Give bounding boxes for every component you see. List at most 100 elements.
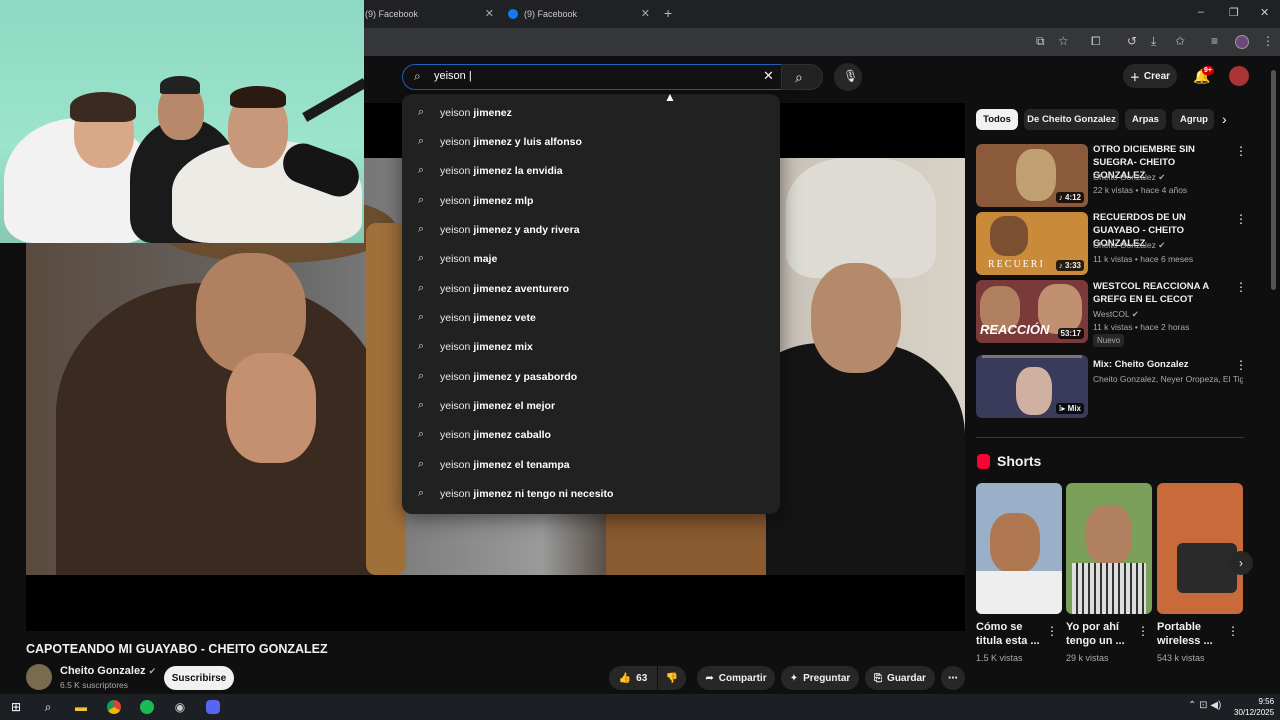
more-options-icon[interactable]: ⋮ [1046, 624, 1058, 638]
shorts-icon [977, 454, 990, 469]
mouse-cursor: ▲ [664, 90, 676, 104]
spotify-icon[interactable] [137, 698, 157, 716]
suggestion-item[interactable]: ⌕ yeison jimenez vete [402, 303, 780, 332]
suggestion-item[interactable]: ⌕ yeison jimenez mix [402, 332, 780, 361]
short-title[interactable]: Cómo se titula esta ... [976, 620, 1048, 648]
more-options-icon[interactable]: ⋮ [1235, 358, 1247, 372]
system-tray-icons[interactable]: ⌃ ⊡ ◀) [1188, 700, 1221, 711]
like-button[interactable]: 👍 63 [609, 666, 657, 690]
short-thumbnail[interactable] [1157, 483, 1243, 614]
close-tab-icon[interactable]: ✕ [485, 7, 494, 20]
cast-icon[interactable]: ⧉ [1036, 34, 1045, 49]
suggestion-item[interactable]: ⌕ yeison jimenez el mejor [402, 391, 780, 420]
browser-tab-2[interactable]: (9) Facebook ✕ [508, 4, 656, 24]
reading-list-icon[interactable]: ≡ [1211, 34, 1218, 48]
suggestion-item[interactable]: ⌕ yeison maje [402, 244, 780, 273]
search-input[interactable]: yeison | [434, 70, 472, 82]
tab-title: (9) Facebook [524, 9, 578, 19]
related-video-title[interactable]: Mix: Cheito Gonzalez [1093, 358, 1227, 371]
thumbnail-figure [1016, 149, 1056, 201]
shorts-next-button[interactable]: › [1229, 551, 1253, 575]
extensions-icon[interactable]: ⧠ [1091, 34, 1101, 49]
suggestion-completion: jimenez el tenampa [473, 458, 570, 471]
section-divider [976, 437, 1244, 438]
dislike-button[interactable]: 👎 [658, 666, 686, 690]
suggestion-item[interactable]: ⌕ yeison jimenez el tenampa [402, 450, 780, 479]
more-options-icon[interactable]: ⋮ [1235, 280, 1247, 294]
short-thumbnail[interactable] [976, 483, 1062, 614]
close-tab-icon[interactable]: ✕ [641, 7, 650, 20]
suggestion-completion: jimenez la envidia [473, 164, 563, 177]
search-button[interactable]: ⌕ [781, 64, 823, 90]
more-options-icon[interactable]: ⋮ [1137, 624, 1149, 638]
page-scrollbar[interactable] [1271, 70, 1276, 290]
suggestion-item[interactable]: ⌕ yeison jimenez la envidia [402, 156, 780, 185]
more-options-icon[interactable]: ⋮ [1235, 212, 1247, 226]
related-video-meta: 11 k vistas • hace 6 meses [1093, 254, 1194, 264]
related-mix[interactable]: ⁞▸ Mix [976, 355, 1088, 418]
save-button[interactable]: ⎘ Guardar [865, 666, 935, 690]
suggestion-item[interactable]: ⌕ yeison jimenez y luis alfonso [402, 127, 780, 156]
channel-avatar[interactable] [26, 664, 52, 690]
close-window-button[interactable]: ✕ [1260, 6, 1269, 19]
duration-badge: ⁞▸ Mix [1055, 403, 1084, 414]
related-video-title[interactable]: WESTCOL REACCIONA A GREFG EN EL CECOT [1093, 280, 1227, 306]
ask-button[interactable]: ✦ Preguntar [781, 666, 859, 690]
suggestion-prefix: yeison [440, 282, 471, 295]
more-actions-button[interactable]: ⋯ [941, 666, 965, 690]
suggestion-item[interactable]: ⌕ yeison jimenez [402, 98, 780, 127]
short-title[interactable]: Portable wireless ... [1157, 620, 1229, 648]
video-thumbnail: ♪ 4:12 [976, 144, 1088, 207]
voice-search-button[interactable]: 🎙 [834, 63, 862, 91]
related-video[interactable]: RECUERI ♪ 3:33 [976, 212, 1088, 275]
suggestion-item[interactable]: ⌕ yeison jimenez aventurero [402, 274, 780, 303]
suggestion-item[interactable]: ⌕ yeison jimenez caballo [402, 420, 780, 449]
browser-tab-1[interactable]: (9) Facebook ✕ [365, 4, 500, 24]
chrome-icon[interactable] [104, 698, 124, 716]
taskbar-search-icon[interactable]: ⌕ [38, 698, 58, 716]
chip-de-cheito-gonzalez[interactable]: De Cheito Gonzalez [1024, 109, 1119, 130]
new-tab-button[interactable]: + [664, 5, 672, 21]
bookmark-star-icon[interactable]: ☆ [1058, 34, 1069, 48]
windows-start-icon[interactable]: ⊞ [6, 698, 26, 716]
taskbar-clock[interactable]: 9:56 30/12/2025 [1234, 696, 1274, 718]
clear-search-icon[interactable]: ✕ [763, 68, 774, 84]
suggestion-item[interactable]: ⌕ yeison jimenez ni tengo ni necesito [402, 479, 780, 508]
chevron-right-icon[interactable]: › [1222, 111, 1227, 127]
history-icon[interactable]: ↺ [1127, 34, 1137, 48]
obs-icon[interactable]: ◉ [170, 698, 190, 716]
short-title[interactable]: Yo por ahí tengo un ... [1066, 620, 1138, 648]
chip-todos[interactable]: Todos [976, 109, 1018, 130]
thumbnail-shirt [1072, 563, 1146, 614]
chip-agrup[interactable]: Agrup [1172, 109, 1214, 130]
share-button[interactable]: ➦ Compartir [697, 666, 775, 690]
maximize-button[interactable]: ❐ [1229, 6, 1239, 19]
download-icon[interactable]: ⤓ [1151, 34, 1156, 49]
file-explorer-icon[interactable]: ▬ [71, 698, 91, 716]
short-thumbnail[interactable] [1066, 483, 1152, 614]
account-avatar[interactable] [1229, 66, 1249, 86]
suggestion-completion: jimenez y luis alfonso [473, 135, 582, 148]
discord-icon[interactable] [203, 698, 223, 716]
create-button[interactable]: ＋ Crear [1123, 64, 1177, 88]
more-options-icon[interactable]: ⋮ [1227, 624, 1239, 638]
search-icon: ⌕ [417, 487, 425, 499]
favorites-icon[interactable]: ✩ [1175, 34, 1185, 48]
subscribe-button[interactable]: Suscribirse [164, 666, 234, 690]
save-label: Guardar [887, 672, 926, 684]
chip-arpas[interactable]: Arpas [1125, 109, 1166, 130]
sparkle-icon: ✦ [789, 672, 799, 684]
channel-name[interactable]: Cheito Gonzalez ✔ [60, 665, 156, 677]
minimize-button[interactable]: – [1198, 6, 1204, 18]
browser-menu-icon[interactable]: ⋮ [1262, 34, 1274, 48]
search-icon: ⌕ [795, 69, 803, 85]
suggestion-prefix: yeison [440, 223, 471, 236]
related-video[interactable]: REACCIÓN 53:17 [976, 280, 1088, 343]
more-options-icon[interactable]: ⋮ [1235, 144, 1247, 158]
discord-logo [206, 700, 220, 714]
suggestion-item[interactable]: ⌕ yeison jimenez y andy rivera [402, 215, 780, 244]
related-video[interactable]: ♪ 4:12 [976, 144, 1088, 207]
suggestion-item[interactable]: ⌕ yeison jimenez y pasabordo [402, 362, 780, 391]
suggestion-item[interactable]: ⌕ yeison jimenez mlp [402, 186, 780, 215]
browser-profile-avatar[interactable] [1235, 35, 1249, 49]
